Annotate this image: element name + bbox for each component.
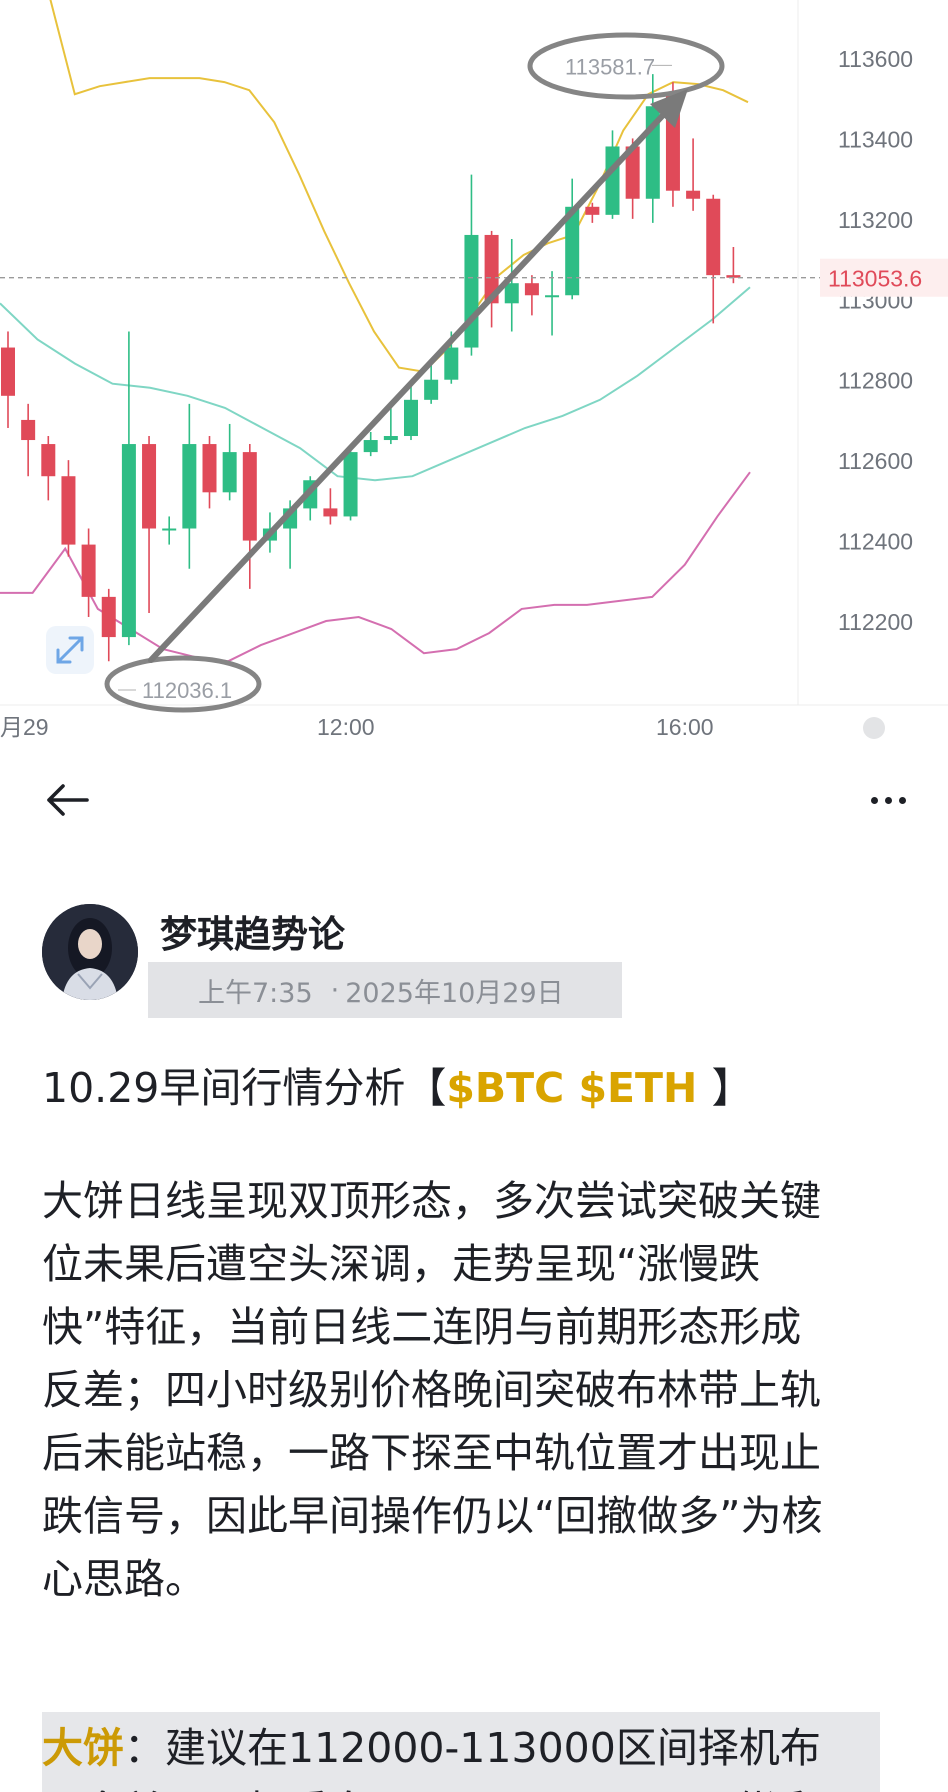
post-date: 2025年10月29日 [345, 977, 564, 1009]
bullish-candle [121, 444, 136, 638]
trend-arrow-line [148, 109, 669, 663]
top-navigation-bar [0, 770, 948, 830]
bearish-candle [706, 198, 721, 276]
x-tick-label: 月29 [0, 714, 49, 740]
btc-strategy-text: ：建议在112000-113000区间择机布 [124, 1724, 821, 1772]
y-tick-label: 113400 [838, 126, 913, 152]
body-line: 位未果后遭空头深调，走势呈现“涨慢跌 [42, 1240, 761, 1288]
body-line: 快”特征，当前日线二连阴与前期形态形成 [42, 1303, 802, 1351]
more-dots-icon [898, 796, 906, 804]
bearish-candle [323, 508, 338, 517]
author-header: 梦琪趋势论 上午7:35 · 2025年10月29日 [42, 900, 902, 1018]
btc-strategy-line-2: 局多单，目标看向115000，116000附近 [42, 1777, 806, 1792]
bullish-candle [424, 379, 439, 400]
bearish-candle [41, 444, 56, 477]
expand-chart-icon[interactable] [46, 626, 94, 674]
post-title: 10.29早间行情分析【$BTC $ETH 】 [42, 1054, 753, 1114]
x-tick-label: 16:00 [656, 714, 714, 740]
body-line: 反差；四小时级别价格晚间突破布林带上轨 [42, 1366, 821, 1414]
y-tick-label: 112800 [838, 368, 913, 394]
bullish-candle [605, 146, 620, 215]
bullish-candle [404, 399, 418, 437]
y-tick-label: 113600 [838, 46, 913, 72]
chart-logo-icon [863, 717, 885, 739]
bearish-candle [61, 476, 76, 545]
body-line: 心思路。 [42, 1555, 206, 1603]
btc-label: 大饼 [42, 1724, 124, 1772]
current-price-label: 113053.6 [828, 266, 922, 292]
bearish-candle [101, 596, 116, 638]
more-dots-icon [884, 796, 892, 804]
bearish-candle [142, 444, 157, 529]
low-price-label: 112036.1 [142, 678, 232, 703]
more-options-button[interactable] [858, 778, 918, 822]
more-dots-icon [870, 796, 878, 804]
bearish-candle [242, 452, 257, 541]
post-timestamp: 上午7:35 · 2025年10月29日 [148, 962, 622, 1018]
bullish-candle [363, 440, 378, 453]
y-tick-label: 113200 [838, 207, 913, 233]
meta-separator: · [330, 974, 340, 1006]
bearish-candle [21, 419, 36, 441]
post-title-prefix: 10.29早间行情分析【 [42, 1064, 447, 1112]
price-chart[interactable]: 113600 113400 113200 113000 112800 112600 1124… [0, 0, 948, 750]
bullish-candle [464, 234, 479, 348]
bullish-candle [383, 436, 398, 441]
bullish-candle [504, 283, 519, 304]
high-price-label: 113581.7 [565, 54, 655, 79]
bearish-candle [524, 283, 539, 296]
bullish-candle [182, 444, 197, 529]
bearish-candle [202, 444, 217, 493]
y-tick-label: 112200 [838, 609, 913, 635]
bullish-candle [444, 347, 459, 380]
bullish-candle [222, 452, 237, 493]
candlestick-chart-svg: 1136001134001132001130001128001126001124… [0, 0, 948, 740]
btc-strategy-block: 大饼：建议在112000-113000区间择机布 局多单，目标看向115000，… [42, 1712, 880, 1792]
y-tick-label: 112400 [838, 529, 913, 555]
body-line: 大饼日线呈现双顶形态，多次尝试突破关键 [42, 1177, 821, 1225]
post-body: 大饼日线呈现双顶形态，多次尝试突破关键 位未果后遭空头深调，走势呈现“涨慢跌 快… [42, 1170, 922, 1611]
bearish-candle [686, 190, 701, 199]
body-line: 跌信号，因此早间操作仍以“回撤做多”为核 [42, 1492, 823, 1540]
bearish-candle [1, 347, 15, 396]
bearish-candle [81, 544, 96, 597]
arrow-left-icon [47, 784, 89, 816]
bullish-candle [545, 295, 560, 298]
btc-strategy-line: 大饼：建议在112000-113000区间择机布 [42, 1714, 821, 1774]
y-tick-label: 112600 [838, 448, 913, 474]
coin-tags-link[interactable]: $BTC $ETH [446, 1064, 711, 1112]
user-avatar-icon [42, 904, 138, 1000]
author-avatar[interactable] [42, 904, 138, 1000]
post-time: 上午7:35 [198, 977, 313, 1009]
back-button[interactable] [42, 778, 92, 822]
bullish-candle [343, 452, 358, 517]
post-title-suffix: 】 [711, 1064, 753, 1112]
bullish-candle [162, 528, 177, 531]
x-tick-label: 12:00 [317, 714, 375, 740]
author-name[interactable]: 梦琪趋势论 [160, 904, 345, 958]
body-line: 后未能站稳，一路下探至中轨位置才出现止 [42, 1429, 821, 1477]
bearish-candle [585, 206, 600, 215]
